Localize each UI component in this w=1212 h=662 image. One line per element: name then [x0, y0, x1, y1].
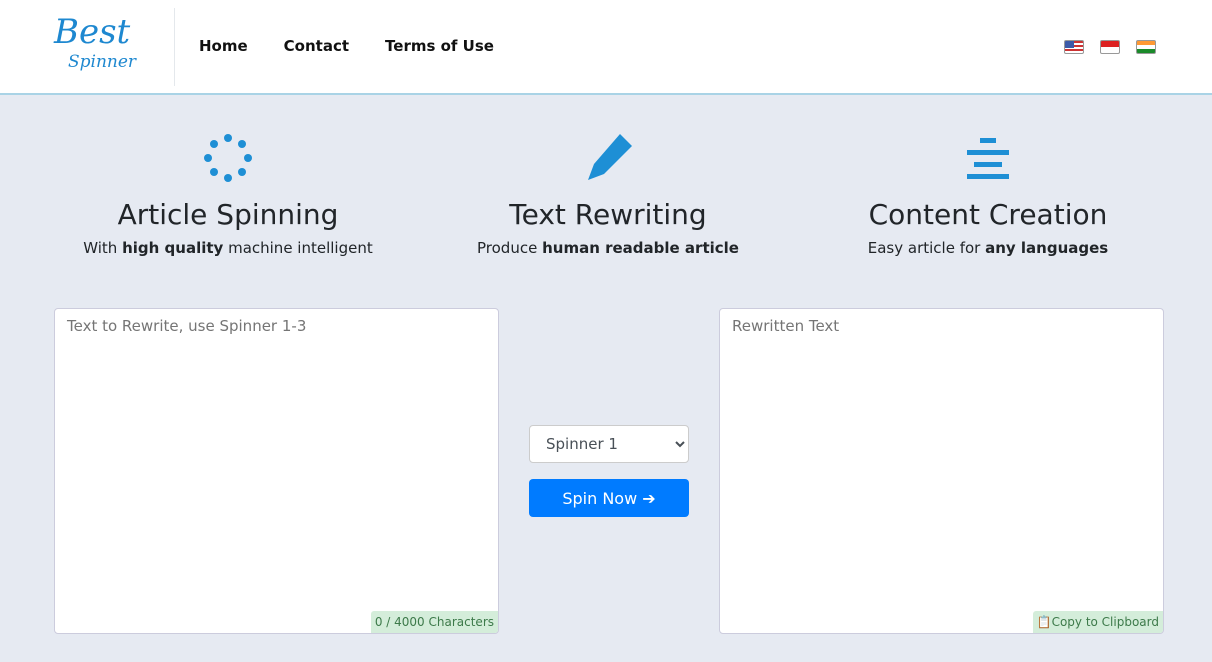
copy-to-clipboard-button[interactable]: 📋Copy to Clipboard — [1032, 611, 1163, 633]
clipboard-icon: 📋 — [1036, 615, 1052, 629]
india-flag-icon[interactable] — [1136, 40, 1156, 54]
nav-terms[interactable]: Terms of Use — [385, 37, 494, 55]
nav-contact[interactable]: Contact — [284, 37, 349, 55]
input-textarea[interactable] — [55, 309, 498, 633]
align-center-icon — [808, 130, 1168, 186]
indonesia-flag-icon[interactable] — [1100, 40, 1120, 54]
copy-label: Copy to Clipboard — [1051, 615, 1159, 629]
feature-text-rewriting: Text Rewriting Produce human readable ar… — [428, 130, 788, 257]
nav-home[interactable]: Home — [199, 37, 248, 55]
spinner-icon — [48, 130, 408, 186]
feature-desc: With high quality machine intelligent — [83, 239, 373, 257]
pen-icon — [428, 130, 788, 186]
output-box: 📋Copy to Clipboard — [719, 308, 1164, 634]
feature-title: Text Rewriting — [509, 198, 707, 231]
logo-text: Best — [54, 12, 131, 52]
feature-desc: Easy article for any languages — [867, 239, 1109, 257]
feature-title: Article Spinning — [117, 198, 339, 231]
input-box: 0 / 4000 Characters — [54, 308, 499, 634]
spin-now-button[interactable]: Spin Now ➔ — [529, 479, 689, 517]
character-counter: 0 / 4000 Characters — [370, 611, 498, 633]
feature-desc: Produce human readable article — [477, 239, 739, 257]
logo-subtext: Spinner — [68, 52, 137, 72]
navbar: Best Spinner Home Contact Terms of Use — [0, 0, 1212, 95]
feature-content-creation: Content Creation Easy article for any la… — [808, 130, 1168, 257]
spinner-select[interactable]: Spinner 1 — [529, 425, 689, 463]
feature-title: Content Creation — [868, 198, 1108, 231]
divider — [174, 8, 175, 86]
logo[interactable]: Best Spinner — [52, 10, 147, 82]
feature-article-spinning: Article Spinning With high quality machi… — [48, 130, 408, 257]
us-flag-icon[interactable] — [1064, 40, 1084, 54]
output-textarea[interactable] — [720, 309, 1163, 633]
